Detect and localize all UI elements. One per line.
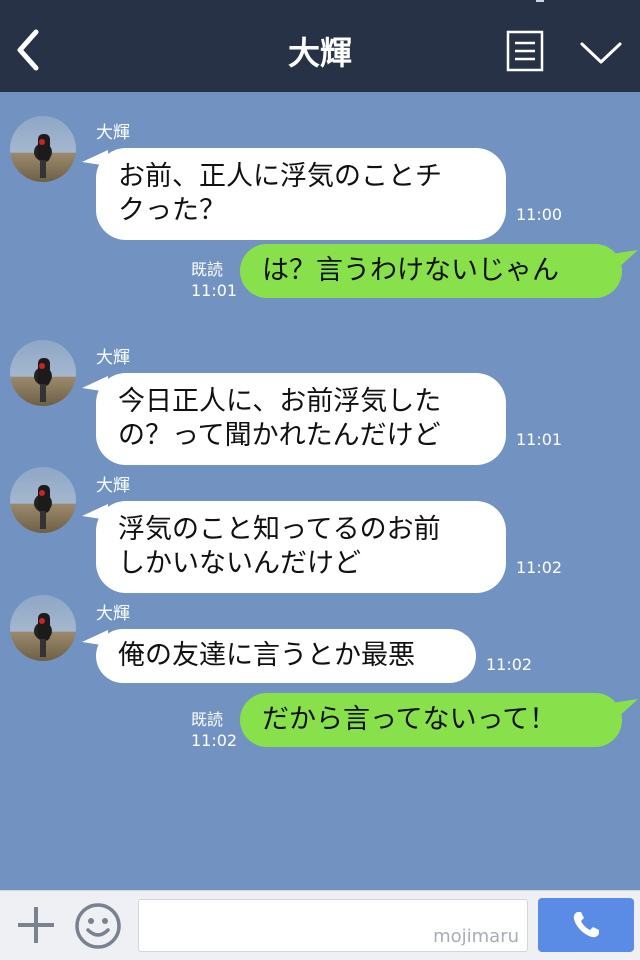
- message-line: 今日正人に、お前浮気した: [118, 386, 442, 417]
- input-bar: mojimaru: [0, 890, 640, 960]
- message-line: お前、正人に浮気のことチ: [118, 161, 442, 192]
- bubble-tail: [612, 699, 638, 719]
- message-line: 俺の友達に言うとか最悪: [118, 640, 415, 671]
- sender-name: 大輝: [96, 123, 130, 143]
- message-bubble-incoming[interactable]: 浮気のこと知ってるのお前 しかいないんだけど: [96, 501, 506, 593]
- read-label: 既読: [191, 710, 224, 729]
- chat-title: 大輝: [287, 34, 352, 72]
- message-time: 11:01: [191, 281, 238, 300]
- message-time: 11:02: [191, 731, 238, 750]
- chat-header: 大輝: [0, 0, 640, 92]
- sender-name: 大輝: [96, 476, 130, 496]
- message-time: 11:01: [516, 430, 563, 449]
- avatar[interactable]: [10, 340, 76, 406]
- message-time: 11:02: [486, 655, 533, 674]
- read-receipt: 既読 11:02: [191, 709, 237, 751]
- avatar[interactable]: [10, 116, 76, 182]
- watermark: mojimaru: [433, 926, 519, 947]
- message-input[interactable]: mojimaru: [138, 899, 528, 952]
- message-bubble-incoming[interactable]: 俺の友達に言うとか最悪: [96, 629, 476, 683]
- message-line: しかいないんだけど: [118, 548, 361, 579]
- bubble-tail: [612, 250, 638, 270]
- message-line: の？って聞かれたんだけど: [118, 420, 441, 451]
- message-bubble-outgoing[interactable]: だから言ってないって！: [240, 693, 622, 747]
- message-bubble-incoming[interactable]: 今日正人に、お前浮気した の？って聞かれたんだけど: [96, 373, 506, 465]
- expand-button[interactable]: [578, 36, 624, 68]
- notes-icon: [506, 30, 544, 72]
- message-time: 11:02: [516, 558, 563, 577]
- avatar[interactable]: [10, 595, 76, 661]
- message-text: だから言ってないって！: [262, 704, 557, 735]
- add-button[interactable]: [14, 903, 58, 947]
- sender-name: 大輝: [96, 604, 130, 624]
- message-list[interactable]: 大輝 お前、正人に浮気のことチ クった？ 11:00 既読 11:01 は？言う…: [0, 92, 640, 890]
- smiley-icon: [75, 903, 121, 949]
- phone-icon: [573, 912, 599, 938]
- call-button[interactable]: [538, 898, 634, 952]
- message-bubble-incoming[interactable]: お前、正人に浮気のことチ クった？: [96, 148, 506, 240]
- avatar[interactable]: [10, 467, 76, 533]
- plus-icon: [18, 907, 54, 943]
- status-indicator: [536, 0, 544, 2]
- message-line: 浮気のこと知ってるのお前: [118, 514, 441, 545]
- message-time: 11:00: [516, 205, 563, 224]
- message-bubble-outgoing[interactable]: は？言うわけないじゃん: [240, 244, 622, 298]
- message-text: は？言うわけないじゃん: [262, 255, 559, 286]
- read-receipt: 既読 11:01: [191, 259, 237, 301]
- message-line: クった？: [118, 195, 226, 226]
- read-label: 既読: [191, 260, 224, 279]
- sender-name: 大輝: [96, 348, 130, 368]
- chevron-down-icon: [580, 42, 622, 64]
- notes-button[interactable]: [506, 30, 544, 72]
- emoji-button[interactable]: [74, 902, 122, 950]
